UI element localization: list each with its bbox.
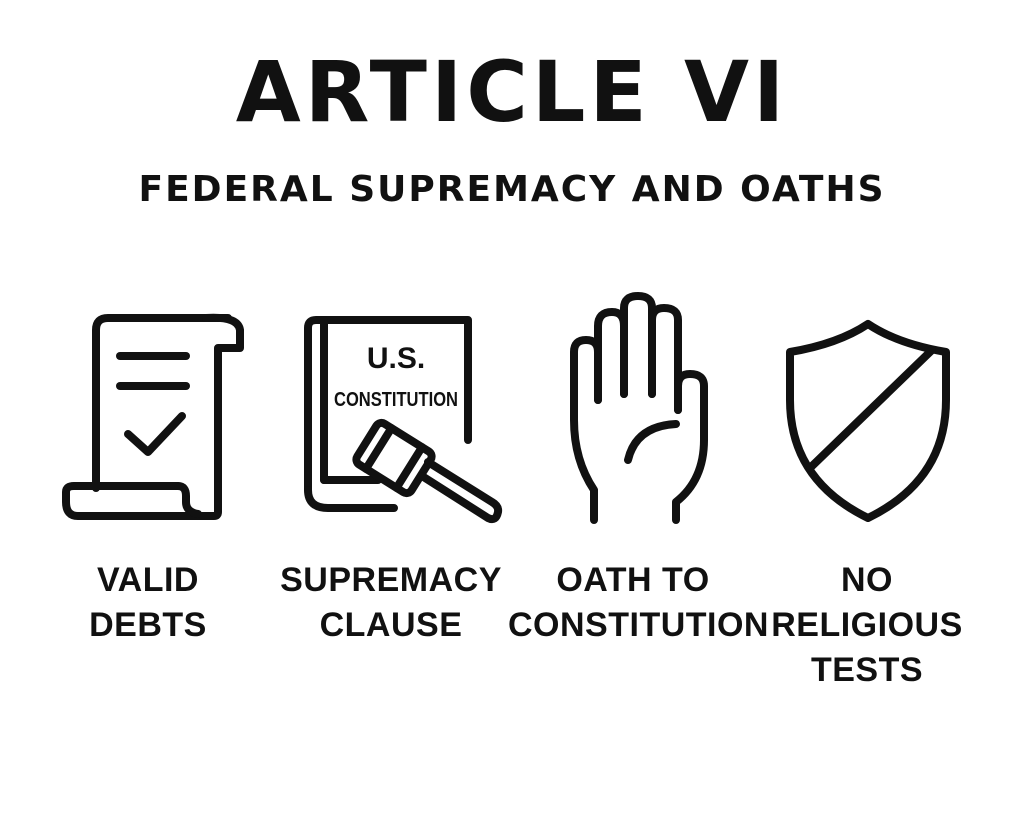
label-line: VALID — [97, 561, 199, 599]
page-title: ARTICLE VI — [235, 43, 789, 141]
scroll-checkmark-icon — [58, 290, 248, 525]
label-line: DEBTS — [89, 606, 207, 644]
book-title-line2: CONSTITUTION — [334, 389, 458, 411]
raised-hand-icon — [566, 290, 716, 525]
label-line: OATH TO — [556, 561, 710, 599]
page-subtitle: FEDERAL SUPREMACY AND OATHS — [138, 169, 886, 210]
label-supremacy-clause: SUPREMACY CLAUSE — [266, 558, 516, 648]
label-no-religious-tests: NO RELIGIOUS TESTS — [742, 558, 992, 693]
constitution-book-gavel-icon: U.S. CONSTITUTION — [298, 290, 508, 525]
label-line: TESTS — [810, 651, 924, 689]
label-oath-to-constitution: OATH TO CONSTITUTION — [508, 558, 769, 648]
book-title-line1: U.S. — [367, 342, 425, 375]
label-line: CONSTITUTION — [508, 606, 769, 644]
label-line: CLAUSE — [319, 606, 463, 644]
label-line: RELIGIOUS — [771, 606, 963, 644]
label-line: NO — [841, 561, 893, 599]
shield-icon — [778, 290, 958, 525]
label-line: SUPREMACY — [280, 561, 502, 599]
label-valid-debts: VALID DEBTS — [23, 558, 273, 648]
